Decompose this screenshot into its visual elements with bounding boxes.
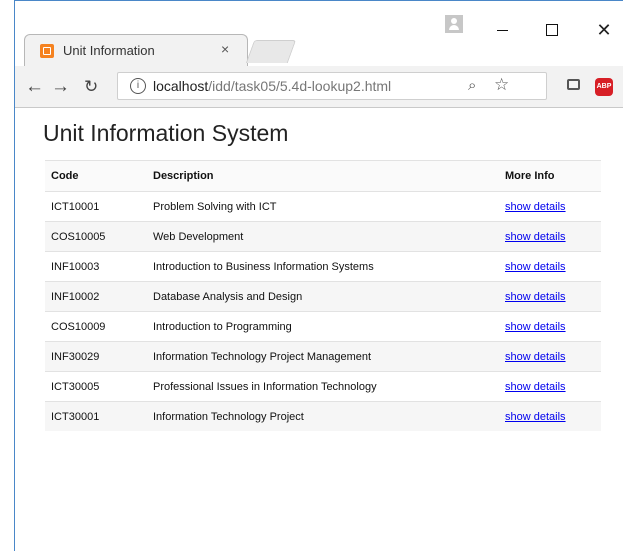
unit-description: Problem Solving with ICT xyxy=(153,200,277,213)
unit-more-info: show details xyxy=(499,222,601,252)
column-header-code: Code xyxy=(51,170,79,182)
table-row: COS10005 Web Development show details xyxy=(45,221,601,252)
unit-code: ICT10001 xyxy=(51,200,100,213)
unit-more-info: show details xyxy=(499,312,601,342)
unit-more-info: show details xyxy=(499,252,601,282)
table-row: INF30029 Information Technology Project M… xyxy=(45,341,601,372)
star-icon[interactable]: ☆ xyxy=(494,75,509,95)
table-row: ICT30001 Information Technology Project sh… xyxy=(45,401,601,432)
unit-code: INF10003 xyxy=(51,260,100,273)
window-border-top xyxy=(15,0,623,1)
address-bar[interactable]: i localhost/idd/task05/5.4d-lookup2.html… xyxy=(117,72,547,100)
close-window-button[interactable]: ✕ xyxy=(589,20,619,40)
unit-more-info: show details xyxy=(499,402,601,432)
unit-description: Web Development xyxy=(153,230,244,243)
unit-table: Code Description More Info ICT10001 Probl… xyxy=(45,160,601,431)
xampp-favicon-icon xyxy=(40,44,54,58)
unit-description: Introduction to Business Information Sys… xyxy=(153,260,374,273)
maximize-button[interactable] xyxy=(537,20,567,40)
show-details-link[interactable]: show details xyxy=(505,351,566,363)
unit-more-info: show details xyxy=(499,192,601,222)
show-details-link[interactable]: show details xyxy=(505,291,566,303)
unit-more-info: show details xyxy=(499,342,601,372)
page-title: Unit Information System xyxy=(43,120,289,146)
url-path: /idd/task05/5.4d-lookup2.html xyxy=(208,78,392,94)
unit-more-info: show details xyxy=(499,372,601,402)
browser-toolbar: ← → ↻ i localhost/idd/task05/5.4d-lookup… xyxy=(15,66,623,108)
cast-icon[interactable] xyxy=(567,79,580,90)
show-details-link[interactable]: show details xyxy=(505,411,566,423)
unit-code: ICT30005 xyxy=(51,380,100,393)
back-icon[interactable]: ← xyxy=(25,77,44,97)
url-host: localhost xyxy=(153,78,209,94)
unit-code: COS10009 xyxy=(51,320,106,333)
zoom-icon[interactable]: ⌕ xyxy=(468,77,476,94)
unit-code: INF30029 xyxy=(51,350,100,363)
new-tab-button[interactable] xyxy=(245,40,297,63)
table-row: INF10003 Introduction to Business Informa… xyxy=(45,251,601,282)
minimize-button[interactable] xyxy=(487,20,517,40)
unit-code: COS10005 xyxy=(51,230,106,243)
forward-icon[interactable]: → xyxy=(51,77,70,97)
show-details-link[interactable]: show details xyxy=(505,201,566,213)
reload-icon[interactable]: ↻ xyxy=(84,77,98,97)
profile-icon[interactable] xyxy=(445,15,463,33)
table-row: INF10002 Database Analysis and Design show… xyxy=(45,281,601,312)
unit-description: Database Analysis and Design xyxy=(153,290,303,303)
table-row: ICT10001 Problem Solving with ICT show det… xyxy=(45,191,601,222)
unit-description: Information Technology Project xyxy=(153,410,304,423)
unit-description: Information Technology Project Managemen… xyxy=(153,350,372,363)
show-details-link[interactable]: show details xyxy=(505,381,566,393)
tab-close-icon[interactable]: × xyxy=(221,41,229,57)
tab-unit-information[interactable]: Unit Information × xyxy=(24,34,248,66)
url-text[interactable]: localhost/idd/task05/5.4d-lookup2.html xyxy=(153,78,391,94)
show-details-link[interactable]: show details xyxy=(505,261,566,273)
info-icon[interactable]: i xyxy=(130,78,146,94)
unit-description: Professional Issues in Information Techn… xyxy=(153,380,377,393)
column-header-description: Description xyxy=(153,170,214,182)
column-header-more-info: More Info xyxy=(505,170,555,182)
minimize-icon xyxy=(496,29,508,31)
page-content: Unit Information System Code Description… xyxy=(15,108,623,551)
maximize-icon xyxy=(546,24,558,36)
table-row: COS10009 Introduction to Programming show … xyxy=(45,311,601,342)
unit-description: Introduction to Programming xyxy=(153,320,292,333)
table-header-row: Code Description More Info xyxy=(45,160,601,192)
show-details-link[interactable]: show details xyxy=(505,321,566,333)
adblock-icon[interactable]: ABP xyxy=(595,78,613,96)
unit-code: INF10002 xyxy=(51,290,100,303)
table-row: ICT30005 Professional Issues in Informati… xyxy=(45,371,601,402)
unit-more-info: show details xyxy=(499,282,601,312)
show-details-link[interactable]: show details xyxy=(505,231,566,243)
tab-title: Unit Information xyxy=(63,43,155,58)
unit-code: ICT30001 xyxy=(51,410,100,423)
